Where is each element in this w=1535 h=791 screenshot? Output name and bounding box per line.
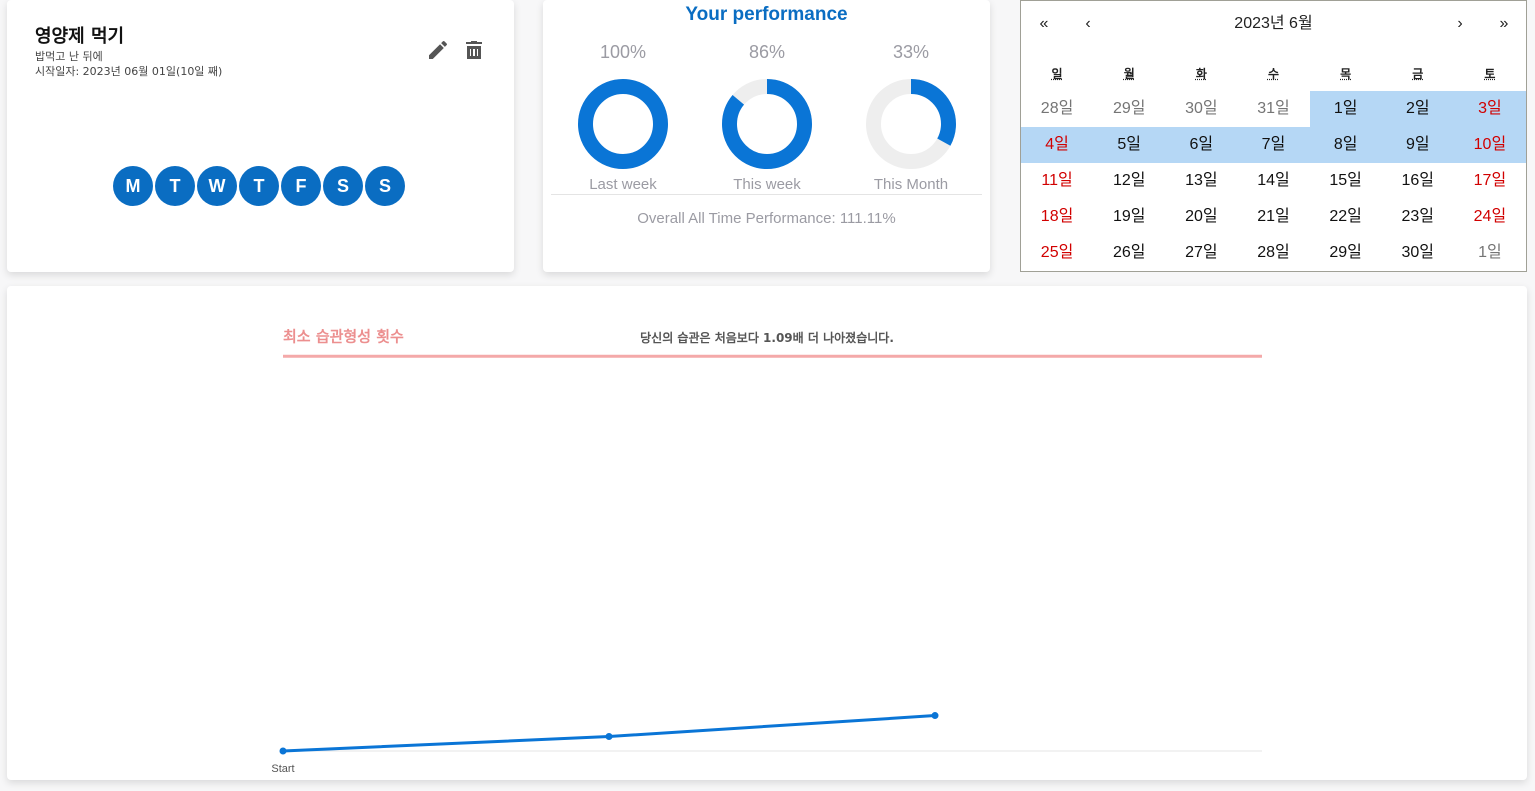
performance-percent: 100% [599, 42, 647, 62]
data-point [605, 733, 613, 740]
progress-line-chart: 최소 습관형성 횟수 Start [271, 327, 1262, 775]
performance-label: Last week [589, 176, 657, 193]
calendar-weekday: 목 [1340, 67, 1352, 81]
calendar-day[interactable]: 8일 [1309, 127, 1382, 163]
calendar-day[interactable]: 15일 [1310, 163, 1382, 199]
calendar-day[interactable]: 11일 [1021, 163, 1093, 199]
calendar-next-year-button[interactable]: » [1484, 9, 1524, 39]
performance-item: 100% Last week [563, 42, 683, 193]
calendar-weekday: 수 [1267, 67, 1280, 81]
weekday-circle[interactable]: S [323, 166, 363, 206]
calendar-day[interactable]: 13일 [1165, 163, 1237, 199]
calendar-day[interactable]: 28일 [1021, 91, 1093, 127]
calendar-day[interactable]: 25일 [1021, 235, 1093, 271]
habit-card: 영양제 먹기 밥먹고 난 뒤에 시작일자: 2023년 06월 01일(10일 … [7, 0, 514, 272]
calendar: « ‹ 2023년 6월 › » 일월화수목금토 28일 29일 30일 31일 1일 2… [1020, 0, 1527, 272]
calendar-day[interactable]: 16일 [1382, 163, 1454, 199]
performance-item: 86% This week [707, 42, 827, 193]
performance-title: Your performance [685, 4, 848, 25]
trash-icon[interactable] [462, 38, 486, 62]
calendar-day[interactable]: 29일 [1093, 91, 1165, 127]
calendar-day[interactable]: 24일 [1454, 199, 1526, 235]
performance-percent: 33% [892, 42, 930, 62]
calendar-prev-year-button[interactable]: « [1024, 9, 1064, 39]
calendar-day[interactable]: 28일 [1237, 235, 1309, 271]
performance-label: This week [733, 176, 801, 193]
weekday-circle[interactable]: S [365, 166, 405, 206]
calendar-day[interactable]: 26일 [1093, 235, 1165, 271]
calendar-weekday: 금 [1412, 67, 1424, 81]
calendar-day[interactable]: 30일 [1382, 235, 1454, 271]
donut-arc [578, 79, 668, 169]
performance-divider [551, 194, 982, 195]
data-point [931, 712, 939, 720]
chart-card: 당신의 습관은 처음보다 1.09배 더 나아졌습니다. 최소 습관형성 횟수 S… [7, 286, 1527, 780]
calendar-day[interactable]: 1일 [1309, 91, 1382, 127]
habit-title: 영양제 먹기 [35, 26, 125, 47]
weekday-circle[interactable]: T [239, 166, 279, 206]
calendar-day[interactable]: 7일 [1237, 127, 1310, 163]
habit-info: 밥먹고 난 뒤에 시작일자: 2023년 06월 01일(10일 째) [35, 49, 222, 79]
calendar-day[interactable]: 2일 [1381, 91, 1454, 127]
calendar-day[interactable]: 17일 [1454, 163, 1526, 199]
calendar-day[interactable]: 3일 [1453, 91, 1526, 127]
calendar-day[interactable]: 23일 [1382, 199, 1454, 235]
calendar-next-month-button[interactable]: › [1440, 9, 1480, 39]
calendar-day[interactable]: 22일 [1310, 199, 1382, 235]
donut-ring [866, 79, 956, 169]
calendar-prev-month-button[interactable]: ‹ [1068, 9, 1108, 39]
weekday-circle[interactable]: T [155, 166, 195, 206]
x-tick-label: Start [271, 763, 294, 775]
calendar-weekday: 일 [1051, 67, 1063, 81]
habit-description: 밥먹고 난 뒤에 [35, 50, 103, 63]
overall-performance: Overall All Time Performance: 111.11% [637, 210, 896, 227]
calendar-day[interactable]: 12일 [1093, 163, 1165, 199]
pencil-icon[interactable] [426, 38, 450, 62]
calendar-day[interactable]: 6일 [1165, 127, 1238, 163]
calendar-day[interactable]: 18일 [1021, 199, 1093, 235]
habit-start-date: 시작일자: 2023년 06월 01일(10일 째) [35, 65, 223, 78]
calendar-day[interactable]: 14일 [1237, 163, 1309, 199]
calendar-day[interactable]: 1일 [1454, 235, 1526, 271]
calendar-weekday: 토 [1484, 67, 1496, 81]
weekday-circle[interactable]: M [113, 166, 153, 206]
donut-ring [722, 79, 812, 169]
calendar-day[interactable]: 4일 [1021, 127, 1094, 163]
weekday-circle[interactable]: W [197, 166, 237, 206]
data-point [279, 747, 287, 755]
reference-line-label: 최소 습관형성 횟수 [283, 327, 404, 345]
calendar-month-label[interactable]: 2023년 6월 [1111, 9, 1436, 39]
calendar-day[interactable]: 21일 [1237, 199, 1309, 235]
calendar-day[interactable]: 5일 [1093, 127, 1166, 163]
calendar-weekdays: 일월화수목금토 [1021, 65, 1526, 85]
calendar-day[interactable]: 31일 [1237, 91, 1309, 127]
calendar-days: 28일 29일 30일 31일 1일 2일 3일 4일 5일 6일 7일 8일 9일 10일 11일 12일 1… [1021, 91, 1526, 271]
calendar-day[interactable]: 19일 [1093, 199, 1165, 235]
performance-card: Your performance 100% Last week 86% This we… [543, 0, 990, 272]
weekday-circle[interactable]: F [281, 166, 321, 206]
performance-label: This Month [873, 176, 949, 193]
performance-percent: 86% [748, 42, 786, 62]
calendar-day[interactable]: 30일 [1165, 91, 1237, 127]
calendar-weekday: 화 [1195, 67, 1207, 81]
calendar-day[interactable]: 9일 [1381, 127, 1454, 163]
performance-item: 33% This Month [851, 42, 971, 193]
weekday-circles: MTWTFSS [113, 166, 405, 206]
calendar-day[interactable]: 27일 [1165, 235, 1237, 271]
donut-ring [578, 79, 668, 169]
calendar-day[interactable]: 29일 [1310, 235, 1382, 271]
calendar-day[interactable]: 10일 [1453, 127, 1526, 163]
calendar-day[interactable]: 20일 [1165, 199, 1237, 235]
calendar-weekday: 월 [1123, 67, 1135, 81]
